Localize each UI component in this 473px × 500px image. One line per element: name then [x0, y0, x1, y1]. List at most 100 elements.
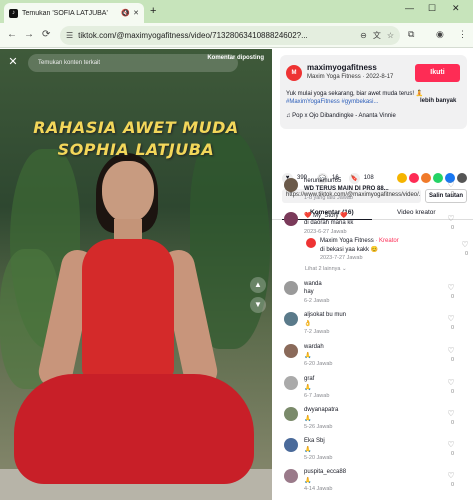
comment-meta[interactable]: 5-20 Jawab [304, 455, 332, 461]
comment-like-count: 0 [450, 357, 454, 363]
url-text: tiktok.com/@maximyogafitness/video/71328… [78, 31, 308, 40]
video-headline: RAHASIA AWET MUDA SOPHIA LATJUBA [0, 117, 272, 161]
see-more-replies[interactable]: Lihat 2 lainnya ⌄ [305, 266, 347, 272]
comment-author[interactable]: aljsokat bu mun [304, 312, 346, 318]
avatar[interactable] [284, 376, 298, 390]
chevron-down-icon[interactable]: ▼ [250, 297, 266, 313]
comment-author[interactable]: wardah [304, 344, 324, 350]
comment-like-count: 0 [450, 482, 454, 488]
avatar[interactable] [284, 438, 298, 452]
comment-text: WD TERUS MAIN DI PRO 88... [304, 186, 389, 192]
profile-icon[interactable]: ◉ [436, 29, 444, 40]
heart-icon[interactable]: ♡ [446, 283, 456, 292]
comment-like-count: 0 [450, 420, 454, 426]
comment-meta[interactable]: 2023-6-27 Jawab [304, 229, 347, 235]
reply-text: di bekasi yaa kakk 😊 [320, 247, 379, 253]
minimize-button[interactable]: — [405, 3, 414, 13]
zoom-icon[interactable]: ⊖ [360, 31, 367, 40]
comment-meta[interactable]: 7-2 Jawab [304, 329, 329, 335]
url-field[interactable]: ☰ tiktok.com/@maximyogafitness/video/713… [60, 26, 400, 45]
mute-icon[interactable]: 🔇 [121, 9, 130, 17]
tiktok-icon: ♪ [9, 8, 18, 18]
embed-icon[interactable] [397, 173, 407, 183]
creator-badge: · Kreator [373, 238, 399, 244]
whatsapp-icon[interactable] [433, 173, 443, 183]
comment-author[interactable]: puspita_ecca88 [304, 469, 346, 475]
comment-text: 🙏 [304, 416, 312, 422]
repost-icon[interactable] [421, 173, 431, 183]
avatar[interactable] [284, 178, 298, 192]
reply-meta[interactable]: 2023-7-27 Jawab [320, 255, 363, 261]
report-link[interactable]: Komentar diposting [207, 55, 264, 61]
comment-author[interactable]: herunamurf65 [304, 178, 341, 184]
star-icon[interactable]: ☆ [387, 31, 394, 40]
comment-like-count: 0 [450, 389, 454, 395]
close-window-button[interactable]: ✕ [452, 3, 460, 14]
more-link[interactable]: lebih banyak [420, 98, 456, 104]
person-legs [14, 374, 254, 484]
comment-text: di daorah mana kk [304, 220, 354, 226]
avatar[interactable] [284, 281, 298, 295]
comment-author[interactable]: wanda [304, 281, 322, 287]
music-link[interactable]: ♫ Pop x Ojo Dibandingke - Ananta Vinnie [286, 113, 396, 119]
site-info-icon[interactable]: ☰ [66, 31, 73, 40]
heart-icon[interactable]: ♡ [446, 471, 456, 480]
comment-author[interactable]: dwyanapatra [304, 407, 338, 413]
comment-like-count: 0 [450, 325, 454, 331]
comment-meta[interactable]: 5-26 Jawab [304, 424, 332, 430]
reload-icon[interactable]: ⟳ [42, 29, 50, 40]
back-icon[interactable]: ← [7, 29, 17, 40]
save-stat[interactable]: 🔖 108 [348, 172, 374, 184]
heart-icon[interactable]: ♡ [460, 240, 470, 249]
heart-icon[interactable]: ♡ [446, 346, 456, 355]
avatar[interactable] [284, 312, 298, 326]
new-tab-button[interactable]: + [150, 5, 156, 17]
tab-title: Temukan 'SOFIA LATJUBA' [22, 9, 108, 17]
person-top [82, 239, 174, 379]
copy-link-button[interactable]: Salin tautan [425, 189, 467, 203]
comment-meta[interactable]: 1-d yang lalu Jawab [304, 195, 353, 201]
more-share-icon[interactable] [457, 173, 467, 183]
bookmark-icon: 🔖 [348, 172, 360, 184]
reply-author[interactable]: Maxim Yoga Fitness · Kreator [320, 238, 399, 244]
avatar[interactable] [284, 212, 298, 226]
comment-meta[interactable]: 6-20 Jawab [304, 361, 332, 367]
extensions-icon[interactable]: ⧉ [408, 29, 414, 40]
headline-line-1: RAHASIA AWET MUDA [33, 118, 239, 137]
avatar[interactable]: M [286, 65, 302, 81]
forward-icon[interactable]: → [24, 29, 34, 40]
heart-icon[interactable]: ♡ [446, 180, 456, 189]
comment-author[interactable]: ❤️ My_Story ❤️ [304, 212, 348, 219]
tab-creator-videos[interactable]: Video kreator [397, 209, 436, 216]
translate-icon[interactable]: 文 [373, 30, 381, 41]
heart-icon[interactable]: ♡ [446, 214, 456, 223]
comment-like-count: 0 [450, 191, 454, 197]
avatar[interactable] [284, 407, 298, 421]
avatar[interactable] [284, 344, 298, 358]
comment-meta[interactable]: 6-2 Jawab [304, 298, 329, 304]
heart-icon[interactable]: ♡ [446, 314, 456, 323]
close-tab-icon[interactable]: ✕ [133, 9, 139, 17]
maximize-button[interactable]: ☐ [428, 3, 436, 14]
comment-text: 🙏 [304, 353, 312, 359]
username[interactable]: maximyogafitness [307, 63, 377, 72]
avatar[interactable] [284, 469, 298, 483]
close-icon[interactable]: ✕ [6, 55, 20, 69]
comment-like-count: 0 [450, 294, 454, 300]
send-icon[interactable] [409, 173, 419, 183]
heart-icon[interactable]: ♡ [446, 409, 456, 418]
comment-author[interactable]: graf [304, 376, 314, 382]
video-player[interactable]: RAHASIA AWET MUDA SOPHIA LATJUBA ✕ Temuk… [0, 49, 272, 500]
menu-icon[interactable]: ⋮ [458, 29, 467, 40]
chevron-up-icon[interactable]: ▲ [250, 277, 266, 293]
person-face [102, 161, 154, 223]
comment-author[interactable]: Eka Sbj [304, 438, 325, 444]
avatar[interactable] [306, 238, 316, 248]
comment-meta[interactable]: 6-7 Jawab [304, 393, 329, 399]
comment-meta[interactable]: 4-14 Jawab [304, 486, 332, 492]
heart-icon[interactable]: ♡ [446, 440, 456, 449]
heart-icon[interactable]: ♡ [446, 378, 456, 387]
browser-tab[interactable]: ♪ Temukan 'SOFIA LATJUBA' 🔇 ✕ [4, 3, 144, 23]
follow-button[interactable]: Ikuti [415, 64, 460, 82]
comment-text: hay [304, 289, 314, 295]
